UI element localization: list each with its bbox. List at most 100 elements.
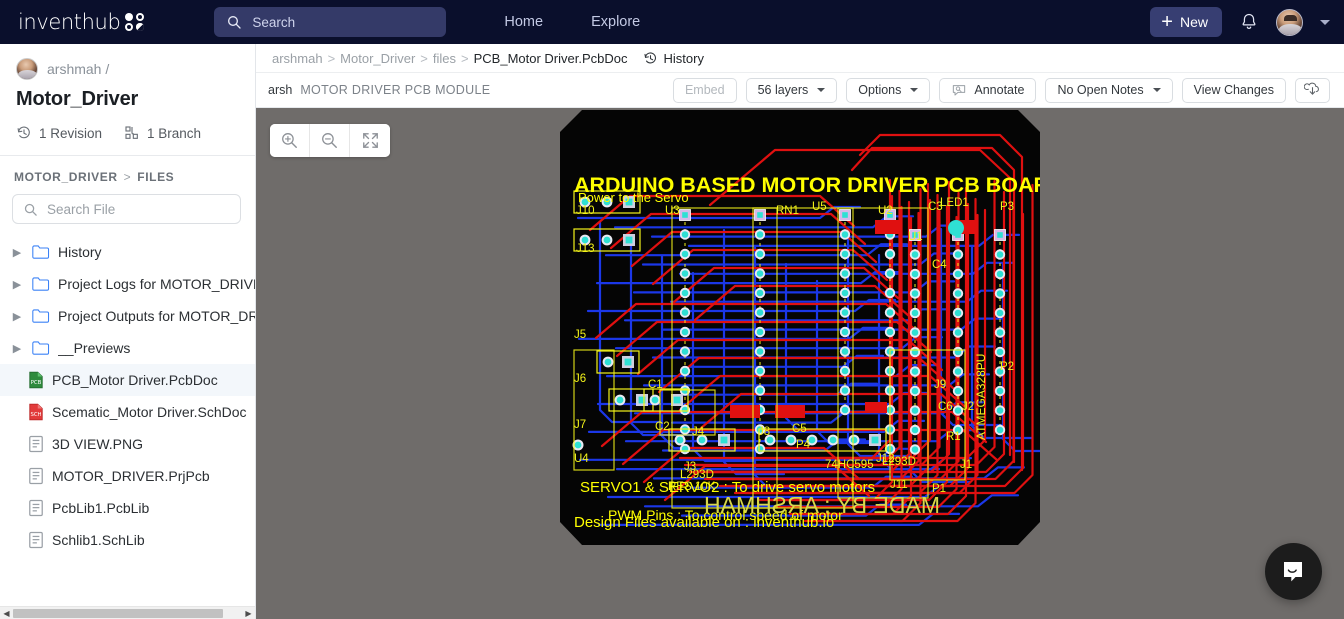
scroll-left-arrow[interactable]: ◀: [0, 609, 13, 618]
pcb-designator: J1: [960, 459, 972, 471]
file-tree-item[interactable]: Schlib1.SchLib: [0, 524, 255, 556]
annotate-button[interactable]: Annotate: [939, 77, 1037, 103]
sidebar-breadcrumb-root[interactable]: MOTOR_DRIVER: [14, 170, 118, 184]
new-button-label: New: [1179, 14, 1208, 30]
search-placeholder: Search: [252, 14, 296, 30]
breadcrumb-item-owner[interactable]: arshmah: [272, 51, 323, 66]
history-link-label: History: [663, 50, 704, 66]
embed-button[interactable]: Embed: [672, 77, 737, 103]
pcb-designator: J9: [934, 379, 946, 391]
pcb-designator: J7: [574, 419, 586, 431]
svg-text:PCB: PCB: [31, 380, 42, 386]
user-avatar[interactable]: [1276, 8, 1303, 36]
pcb-designator: J4: [692, 426, 705, 438]
sidebar-breadcrumb-leaf: FILES: [137, 170, 175, 184]
pcb-designator: C2: [655, 421, 670, 433]
sidebar: arshmah / Motor_Driver 1 Revision 1 Bran…: [0, 44, 256, 619]
folder-icon: [32, 341, 50, 355]
pcb-designator: P2: [1000, 361, 1014, 373]
sidebar-breadcrumb: MOTOR_DRIVER > FILES: [0, 156, 255, 192]
nav-links: Home Explore: [504, 14, 640, 30]
view-changes-button[interactable]: View Changes: [1181, 77, 1286, 103]
file-tree-item[interactable]: ▶ History: [0, 236, 255, 268]
notes-dropdown[interactable]: No Open Notes: [1045, 77, 1173, 103]
pcb-designator: J6: [574, 373, 586, 385]
file-tree-item-label: __Previews: [58, 340, 131, 356]
file-tree-item[interactable]: PcbLib1.PcbLib: [0, 492, 255, 524]
breadcrumb-item-project[interactable]: Motor_Driver: [340, 51, 415, 66]
fit-screen-button[interactable]: [350, 124, 390, 157]
chevron-down-icon: [1152, 88, 1161, 92]
file-tree-item[interactable]: ▶ Project Outputs for MOTOR_DRIVER: [0, 300, 255, 332]
pcb-designator: J5: [574, 329, 586, 341]
branch-count[interactable]: 1 Branch: [124, 125, 201, 141]
scrollbar-thumb[interactable]: [13, 608, 223, 618]
chevron-down-icon: [817, 88, 826, 92]
annotate-label: Annotate: [974, 83, 1025, 97]
file-tree-item[interactable]: ▶ __Previews: [0, 332, 255, 364]
pcb-render-wrapper: J10 J13 J5 J6 J7 U4 C1 C2 J4 J8 P4 J3 U3 RES 10K L293D…: [560, 110, 1040, 550]
file-tree-item-label: Project Outputs for MOTOR_DRIVER: [58, 308, 255, 324]
options-dropdown[interactable]: Options: [846, 77, 931, 103]
revision-count[interactable]: 1 Revision: [16, 125, 102, 141]
file-tree-item-label: PcbLib1.PcbLib: [52, 500, 150, 516]
pcb-designator: J10: [576, 205, 595, 217]
file-tree-item-label: PCB_Motor Driver.PcbDoc: [52, 372, 218, 388]
notes-label: No Open Notes: [1057, 83, 1144, 97]
search-icon: [24, 203, 37, 216]
zoom-in-button[interactable]: [270, 124, 310, 157]
repo-owner[interactable]: arshmah /: [16, 58, 239, 80]
pcb-designator: P3: [1000, 201, 1014, 213]
breadcrumb-item-files[interactable]: files: [433, 51, 456, 66]
pcb-designator: L293D: [882, 456, 916, 468]
file-tree-item[interactable]: MOTOR_DRIVER.PrjPcb: [0, 460, 255, 492]
view-changes-label: View Changes: [1193, 83, 1274, 97]
svg-text:SCH: SCH: [30, 412, 41, 418]
pcb-designator: J13: [576, 243, 595, 255]
chevron-right-icon[interactable]: ▶: [10, 310, 24, 323]
pcb-designator: J8: [758, 426, 770, 438]
branch-label: 1 Branch: [147, 125, 202, 141]
file-tree-item[interactable]: PCB PCB_Motor Driver.PcbDoc: [0, 364, 255, 396]
file-tree-item[interactable]: ▶ Project Logs for MOTOR_DRIVER: [0, 268, 255, 300]
chevron-right-icon[interactable]: ▶: [10, 246, 24, 259]
breadcrumb-sep: >: [327, 50, 336, 66]
folder-icon: [32, 309, 50, 323]
chat-widget-button[interactable]: [1265, 543, 1322, 600]
document-icon: [29, 467, 43, 485]
pcb-designator: C5: [792, 423, 807, 435]
nav-link-home[interactable]: Home: [504, 14, 543, 30]
pcb-designator: U1: [908, 231, 923, 243]
history-link[interactable]: History: [643, 51, 704, 66]
layers-dropdown[interactable]: 56 layers: [745, 77, 838, 103]
pcb-viewer-canvas[interactable]: J10 J13 J5 J6 J7 U4 C1 C2 J4 J8 P4 J3 U3 RES 10K L293D…: [256, 108, 1344, 619]
zoom-out-button[interactable]: [310, 124, 350, 157]
search-file-placeholder: Search File: [47, 201, 116, 217]
new-button[interactable]: + New: [1150, 7, 1222, 37]
search-input[interactable]: Search: [214, 7, 447, 37]
scroll-right-arrow[interactable]: ▶: [242, 609, 255, 618]
pcb-board-render[interactable]: J10J13J5J6J7U4C1C2 J4 J8P4J3U3RES 10KL293D…: [560, 110, 1040, 545]
scrollbar-track[interactable]: [13, 607, 242, 619]
repo-title: Motor_Driver: [16, 88, 139, 110]
top-navigation-bar: inventhub Search Home Explore + New: [0, 0, 1344, 44]
app-root: inventhub Search Home Explore + New arsh…: [0, 0, 1344, 619]
sidebar-horizontal-scrollbar[interactable]: ◀ ▶: [0, 606, 255, 619]
pcb-file-icon: PCB: [29, 371, 43, 389]
file-tree-item[interactable]: SCH Scematic_Motor Driver.SchDoc: [0, 396, 255, 428]
file-tree-item[interactable]: 3D VIEW.PNG: [0, 428, 255, 460]
embed-label: Embed: [684, 83, 725, 97]
branch-icon: [125, 126, 138, 139]
search-file-input[interactable]: Search File: [12, 194, 241, 224]
chat-bubble-icon: [1283, 561, 1302, 581]
download-button[interactable]: [1295, 77, 1330, 103]
bell-icon[interactable]: [1239, 11, 1259, 33]
pcb-designator: 74HC595: [825, 459, 874, 471]
pcb-designator: R1: [946, 431, 961, 443]
repo-header: arshmah / Motor_Driver 1 Revision 1 Bran…: [0, 44, 255, 156]
nav-link-explore[interactable]: Explore: [591, 14, 640, 30]
chevron-right-icon[interactable]: ▶: [10, 278, 24, 291]
chevron-down-icon[interactable]: [1320, 19, 1330, 25]
brand-logo[interactable]: inventhub: [18, 10, 146, 34]
chevron-right-icon[interactable]: ▶: [10, 342, 24, 355]
